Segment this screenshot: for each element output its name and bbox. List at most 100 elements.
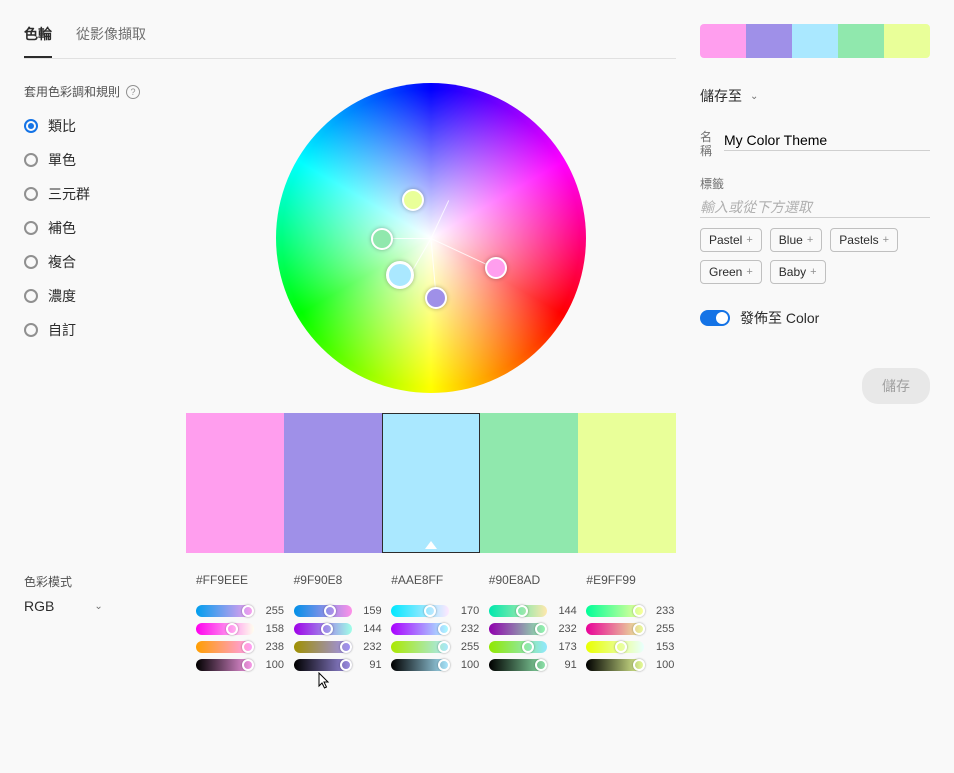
- channel-slider[interactable]: [586, 623, 644, 635]
- channel-slider[interactable]: [294, 623, 352, 635]
- slider-value: 232: [358, 641, 382, 653]
- slider-value: 144: [553, 605, 577, 617]
- rule-2[interactable]: 三元群: [24, 184, 154, 204]
- slider-value: 255: [650, 623, 674, 635]
- save-to-dropdown[interactable]: 儲存至 ⌄: [700, 86, 930, 106]
- swatch-0[interactable]: [186, 413, 284, 553]
- rules-panel: 套用色彩調和規則 ? 類比單色三元群補色複合濃度自訂: [24, 83, 154, 553]
- rule-3[interactable]: 補色: [24, 218, 154, 238]
- tab-extract[interactable]: 從影像擷取: [76, 24, 146, 58]
- tab-wheel[interactable]: 色輪: [24, 24, 52, 58]
- channel-slider[interactable]: [586, 659, 644, 671]
- help-icon[interactable]: ?: [126, 85, 140, 99]
- swatch-4[interactable]: [578, 413, 676, 553]
- rule-5[interactable]: 濃度: [24, 286, 154, 306]
- channel-slider[interactable]: [391, 623, 449, 635]
- radio-icon: [24, 221, 38, 235]
- sidebar: 儲存至 ⌄ 名稱 標籤 Pastel+ Blue+ Pastels+ Green+ Ba…: [700, 0, 954, 701]
- channel-slider[interactable]: [196, 641, 254, 653]
- plus-icon: +: [810, 266, 816, 278]
- wheel-handle[interactable]: [425, 287, 447, 309]
- name-input[interactable]: [724, 130, 930, 151]
- channel-slider[interactable]: [196, 659, 254, 671]
- swatch-row: [186, 413, 676, 553]
- channel-slider[interactable]: [391, 659, 449, 671]
- tags-input[interactable]: [700, 197, 930, 218]
- plus-icon: +: [746, 266, 752, 278]
- channel-slider[interactable]: [196, 605, 254, 617]
- mini-swatch-3[interactable]: [838, 24, 884, 58]
- channel-slider[interactable]: [391, 605, 449, 617]
- swatch-3[interactable]: [480, 413, 578, 553]
- chevron-down-icon: ⌄: [750, 91, 758, 102]
- chevron-down-icon: ⌄: [94, 601, 102, 612]
- publish-toggle[interactable]: [700, 310, 730, 326]
- rule-0[interactable]: 類比: [24, 116, 154, 136]
- channel-slider[interactable]: [489, 605, 547, 617]
- hex-label-2[interactable]: #AAE8FF: [391, 573, 481, 587]
- slider-value: 232: [553, 623, 577, 635]
- plus-icon: +: [746, 234, 752, 246]
- mini-swatch-1[interactable]: [746, 24, 792, 58]
- radio-icon: [24, 289, 38, 303]
- wheel-handle[interactable]: [371, 228, 393, 250]
- slider-value: 233: [650, 605, 674, 617]
- tag-pastels[interactable]: Pastels+: [830, 228, 898, 252]
- slider-value: 91: [358, 659, 382, 671]
- wheel-handle[interactable]: [386, 261, 414, 289]
- tag-green[interactable]: Green+: [700, 260, 762, 284]
- slider-value: 173: [553, 641, 577, 653]
- slider-value: 255: [260, 605, 284, 617]
- save-button[interactable]: 儲存: [862, 368, 930, 404]
- hex-label-3[interactable]: #90E8AD: [489, 573, 579, 587]
- color-wheel[interactable]: [276, 83, 586, 393]
- radio-icon: [24, 255, 38, 269]
- mini-swatches: [700, 24, 930, 58]
- wheel-handle[interactable]: [485, 257, 507, 279]
- hex-label-4[interactable]: #E9FF99: [586, 573, 676, 587]
- hex-label-1[interactable]: #9F90E8: [294, 573, 384, 587]
- mini-swatch-0[interactable]: [700, 24, 746, 58]
- swatch-2[interactable]: [382, 413, 480, 553]
- slider-value: 100: [260, 659, 284, 671]
- tag-baby[interactable]: Baby+: [770, 260, 826, 284]
- rule-4[interactable]: 複合: [24, 252, 154, 272]
- slider-value: 238: [260, 641, 284, 653]
- swatch-1[interactable]: [284, 413, 382, 553]
- mode-select[interactable]: RGB ⌄: [24, 598, 164, 614]
- tags-label: 標籤: [700, 177, 930, 191]
- plus-icon: +: [807, 234, 813, 246]
- name-label: 名稱: [700, 130, 716, 159]
- slider-value: 255: [455, 641, 479, 653]
- radio-icon: [24, 187, 38, 201]
- plus-icon: +: [883, 234, 889, 246]
- slider-value: 144: [358, 623, 382, 635]
- channel-slider[interactable]: [586, 605, 644, 617]
- channel-slider[interactable]: [196, 623, 254, 635]
- radio-icon: [24, 119, 38, 133]
- mini-swatch-2[interactable]: [792, 24, 838, 58]
- rule-6[interactable]: 自訂: [24, 320, 154, 340]
- slider-value: 153: [650, 641, 674, 653]
- channel-slider[interactable]: [489, 623, 547, 635]
- rule-1[interactable]: 單色: [24, 150, 154, 170]
- channel-slider[interactable]: [294, 641, 352, 653]
- channel-slider[interactable]: [294, 659, 352, 671]
- mini-swatch-4[interactable]: [884, 24, 930, 58]
- slider-value: 91: [553, 659, 577, 671]
- channel-slider[interactable]: [489, 659, 547, 671]
- tag-blue[interactable]: Blue+: [770, 228, 822, 252]
- tag-pastel[interactable]: Pastel+: [700, 228, 762, 252]
- mode-label: 色彩模式: [24, 573, 164, 590]
- channel-slider[interactable]: [489, 641, 547, 653]
- radio-icon: [24, 153, 38, 167]
- hex-label-0[interactable]: #FF9EEE: [196, 573, 286, 587]
- channel-slider[interactable]: [586, 641, 644, 653]
- slider-value: 100: [455, 659, 479, 671]
- channel-slider[interactable]: [391, 641, 449, 653]
- wheel-handle[interactable]: [402, 189, 424, 211]
- slider-value: 158: [260, 623, 284, 635]
- slider-value: 100: [650, 659, 674, 671]
- channel-slider[interactable]: [294, 605, 352, 617]
- slider-value: 232: [455, 623, 479, 635]
